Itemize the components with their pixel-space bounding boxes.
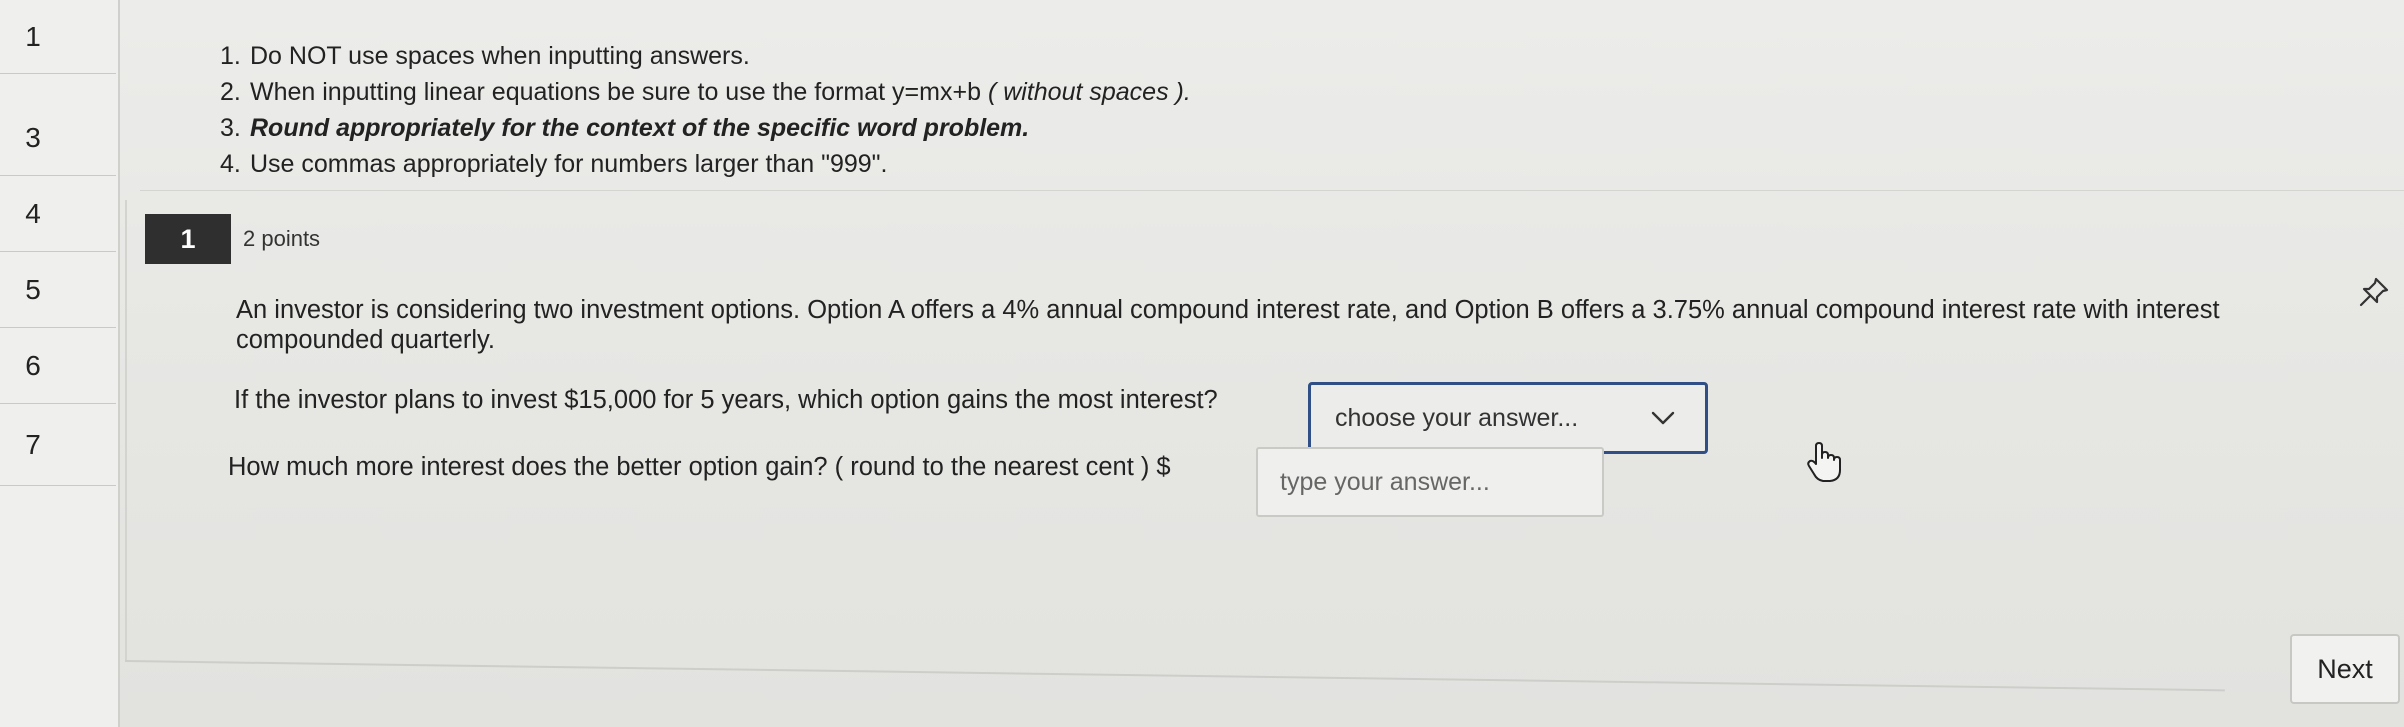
hand-pointer-icon bbox=[1807, 442, 1841, 482]
next-button[interactable]: Next bbox=[2290, 634, 2400, 704]
instruction-item: 1. Do NOT use spaces when inputting answe… bbox=[220, 38, 1620, 74]
instruction-text: Do NOT use spaces when inputting answers… bbox=[250, 42, 750, 70]
question-nav-item-4[interactable]: 4 bbox=[0, 176, 116, 252]
question-card bbox=[125, 200, 2404, 660]
card-bottom-border bbox=[124, 660, 2225, 692]
instruction-item: 3. Round appropriately for the context of… bbox=[220, 110, 1620, 146]
pin-icon[interactable] bbox=[2356, 274, 2392, 310]
instruction-emphasis: ( without spaces ). bbox=[987, 78, 1191, 106]
question-nav-item-6[interactable]: 6 bbox=[0, 328, 116, 404]
instruction-text: When inputting linear equations be sure … bbox=[250, 78, 981, 106]
part2-prompt: How much more interest does the better o… bbox=[228, 453, 1171, 481]
divider bbox=[140, 190, 2404, 191]
question-points: 2 points bbox=[243, 226, 321, 251]
question-nav-item-1[interactable]: 1 bbox=[0, 0, 116, 74]
question-text: An investor is considering two investmen… bbox=[236, 296, 2220, 354]
question-nav-label: 5 bbox=[25, 273, 41, 305]
quiz-page: 1 3 4 5 6 7 1. Do NOT use spaces when inp… bbox=[0, 0, 2404, 727]
instruction-text: Round appropriately for the context of t… bbox=[250, 114, 1030, 142]
instruction-number: 4. bbox=[220, 150, 241, 178]
instruction-item: 2. When inputting linear equations be sur… bbox=[220, 74, 1620, 110]
instruction-number: 1. bbox=[220, 42, 241, 70]
instruction-item: 4. Use commas appropriately for numbers l… bbox=[220, 146, 1620, 182]
question-nav-item-7[interactable]: 7 bbox=[0, 404, 116, 486]
question-nav-label: 3 bbox=[25, 121, 41, 153]
question-nav-label: 1 bbox=[25, 20, 41, 52]
question-navigation: 1 3 4 5 6 7 bbox=[0, 0, 120, 727]
question-nav-label: 4 bbox=[25, 197, 41, 229]
interest-difference-input[interactable] bbox=[1256, 447, 1604, 517]
question-nav-label: 6 bbox=[25, 349, 41, 381]
answer-select-value: choose your answer... bbox=[1335, 403, 1579, 432]
answer-select[interactable]: choose your answer... bbox=[1308, 382, 1708, 454]
instructions-list: 1. Do NOT use spaces when inputting answe… bbox=[220, 38, 1620, 182]
question-nav-label: 7 bbox=[25, 428, 41, 460]
part1-prompt: If the investor plans to invest $15,000 … bbox=[234, 386, 1218, 414]
instruction-number: 3. bbox=[220, 114, 241, 142]
instruction-text: Use commas appropriately for numbers lar… bbox=[250, 150, 888, 178]
instruction-number: 2. bbox=[220, 78, 241, 106]
question-nav-item-3[interactable]: 3 bbox=[0, 100, 116, 176]
question-number-badge: 1 bbox=[145, 214, 231, 264]
chevron-down-icon bbox=[1651, 411, 1675, 425]
question-nav-item-5[interactable]: 5 bbox=[0, 252, 116, 328]
